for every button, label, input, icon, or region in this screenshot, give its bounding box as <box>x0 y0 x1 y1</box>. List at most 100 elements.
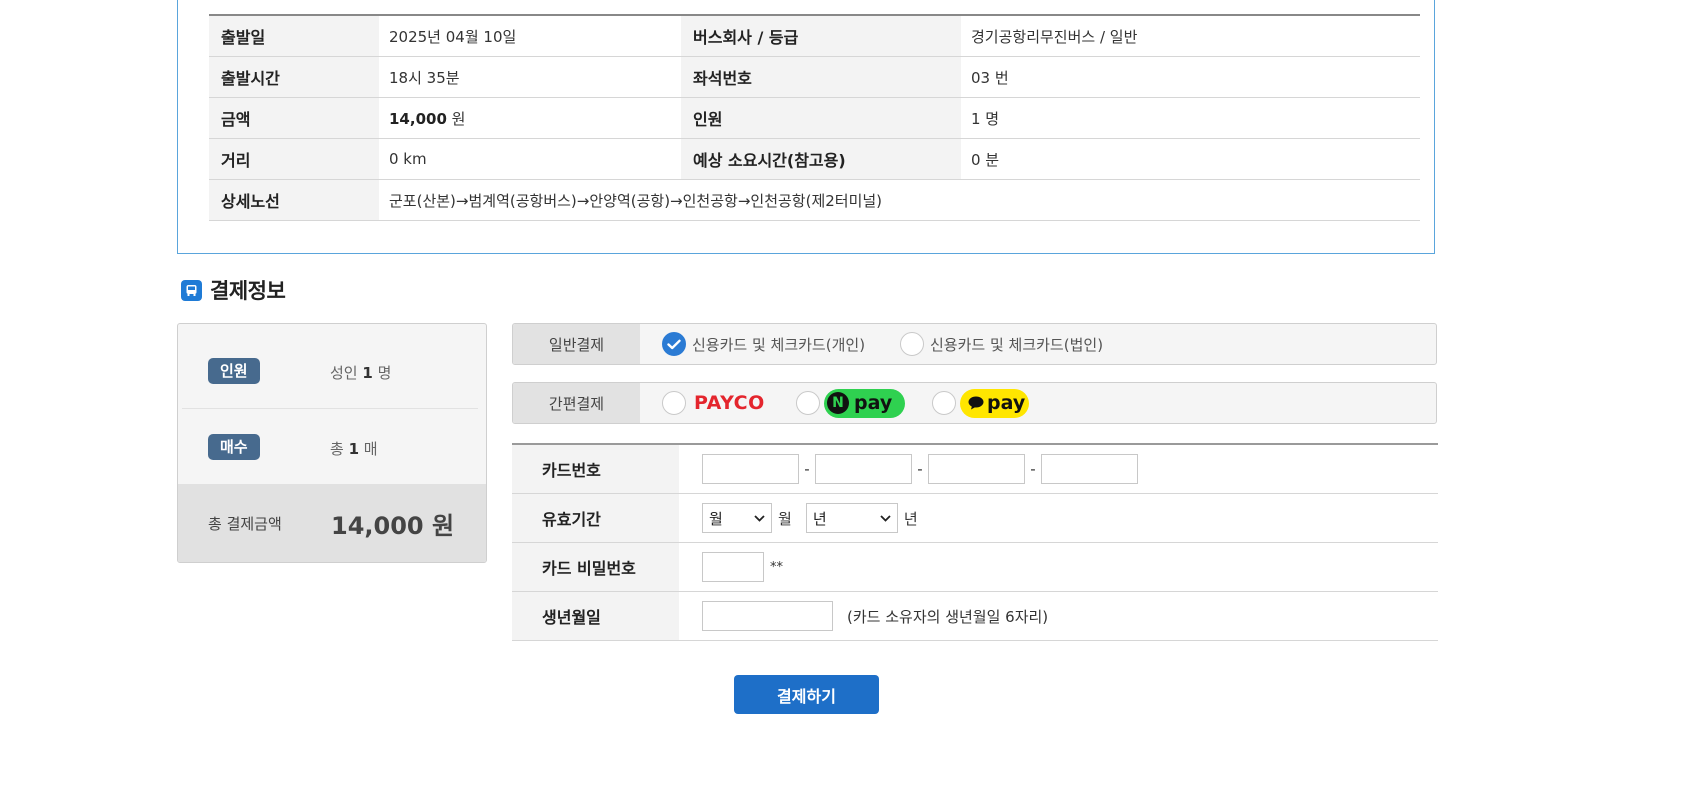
kakao-pay-text: pay <box>987 392 1026 414</box>
total-amount-label: 총 결제금액 <box>208 515 282 533</box>
pay-button[interactable]: 결제하기 <box>734 675 879 714</box>
bus-company-value: 경기공항리무진버스 / 일반 <box>961 15 1420 57</box>
distance-label: 거리 <box>209 138 379 180</box>
radio-corporate-card[interactable]: 신용카드 및 체크카드(법인) <box>900 324 1103 364</box>
card-number-input-4[interactable] <box>1041 454 1138 484</box>
people-prefix: 성인 <box>330 364 363 382</box>
table-row: 출발시간 18시 35분 좌석번호 03 번 <box>209 56 1420 98</box>
radio-personal-card-label: 신용카드 및 체크카드(개인) <box>692 335 866 354</box>
card-number-dash: - <box>804 460 810 478</box>
card-number-input-1[interactable] <box>702 454 799 484</box>
expiry-label: 유효기간 <box>512 493 679 543</box>
naver-n-icon: N <box>827 392 849 414</box>
tickets-unit: 매 <box>359 440 378 458</box>
route-detail-label: 상세노선 <box>209 179 379 221</box>
table-row: 카드 비밀번호 ** <box>512 542 1438 592</box>
seat-number-value: 03 번 <box>961 56 1420 98</box>
departure-time-value: 18시 35분 <box>379 56 681 98</box>
people-badge: 인원 <box>208 358 260 384</box>
birth-date-note: (카드 소유자의 생년월일 6자리) <box>847 607 1049 626</box>
people-value: 성인 1 명 <box>330 362 391 383</box>
general-payment-box: 일반결제 신용카드 및 체크카드(개인) 신용카드 및 체크카드(법인) <box>512 323 1437 365</box>
route-detail-value: 군포(산본)→범계역(공항버스)→안양역(공항)→인천공항→인천공항(제2터미널… <box>379 179 1420 221</box>
trip-info-table: 출발일 2025년 04월 10일 버스회사 / 등급 경기공항리무진버스 / … <box>209 14 1420 221</box>
price-amount: 14,000 <box>389 109 447 128</box>
card-password-cell: ** <box>679 542 1438 592</box>
radio-payco[interactable]: PAYCO <box>662 383 765 423</box>
summary-tickets-row: 매수 총 1 매 <box>178 408 486 484</box>
table-row: 출발일 2025년 04월 10일 버스회사 / 등급 경기공항리무진버스 / … <box>209 15 1420 57</box>
table-row: 상세노선 군포(산본)→범계역(공항버스)→안양역(공항)→인천공항→인천공항(… <box>209 179 1420 221</box>
expiry-month-unit: 월 <box>778 509 792 528</box>
table-row: 카드번호 - - - <box>512 444 1438 494</box>
naver-pay-logo: N pay <box>824 388 905 418</box>
price-label: 금액 <box>209 97 379 139</box>
payment-section-title: 결제정보 <box>181 277 286 303</box>
radio-unchecked-icon[interactable] <box>796 391 820 415</box>
radio-unchecked-icon[interactable] <box>900 332 924 356</box>
radio-checked-icon[interactable] <box>662 332 686 356</box>
card-number-dash: - <box>1030 460 1036 478</box>
birth-date-cell: (카드 소유자의 생년월일 6자리) <box>679 591 1438 641</box>
passenger-count-value: 1 명 <box>961 97 1420 139</box>
table-row: 금액 14,000 원 인원 1 명 <box>209 97 1420 139</box>
tickets-badge: 매수 <box>208 434 260 460</box>
estimated-duration-label: 예상 소요시간(참고용) <box>681 138 961 180</box>
payco-logo: PAYCO <box>694 392 765 414</box>
tickets-value: 총 1 매 <box>330 438 378 459</box>
chevron-down-icon <box>754 514 765 522</box>
easy-payment-box: 간편결제 PAYCO N pay pay <box>512 382 1437 424</box>
expiry-month-selected: 월 <box>709 509 723 528</box>
price-value: 14,000 원 <box>379 97 681 139</box>
departure-date-label: 출발일 <box>209 15 379 57</box>
card-number-dash: - <box>917 460 923 478</box>
passenger-count-label: 인원 <box>681 97 961 139</box>
bus-company-label: 버스회사 / 등급 <box>681 15 961 57</box>
bus-icon <box>181 279 202 301</box>
people-unit: 명 <box>372 364 392 382</box>
birth-date-label: 생년월일 <box>512 591 679 641</box>
departure-time-label: 출발시간 <box>209 56 379 98</box>
card-password-input[interactable] <box>702 552 764 582</box>
speech-bubble-icon <box>968 396 984 410</box>
table-row: 유효기간 월 월 년 년 <box>512 493 1438 543</box>
chevron-down-icon <box>880 514 891 522</box>
expiry-month-select[interactable]: 월 <box>702 503 772 533</box>
birth-date-input[interactable] <box>702 601 833 631</box>
departure-date-value: 2025년 04월 10일 <box>379 15 681 57</box>
total-amount-value: 14,000 원 <box>331 512 455 540</box>
summary-people-row: 인원 성인 1 명 <box>178 324 486 408</box>
tickets-prefix: 총 <box>330 440 349 458</box>
expiry-year-select[interactable]: 년 <box>805 503 898 533</box>
estimated-duration-value: 0 분 <box>961 138 1420 180</box>
expiry-cell: 월 월 년 년 <box>679 493 1438 543</box>
radio-kakaopay[interactable]: pay <box>932 383 1029 423</box>
payment-summary: 인원 성인 1 명 매수 총 1 매 총 결제금액 14,000 원 <box>177 323 487 563</box>
card-number-cell: --- <box>679 444 1438 494</box>
card-number-label: 카드번호 <box>512 444 679 494</box>
card-form-table: 카드번호 - - - 유효기간 월 월 년 년 카드 비밀번호 ** 생년월일 (카… <box>512 443 1438 641</box>
seat-number-label: 좌석번호 <box>681 56 961 98</box>
table-row: 생년월일 (카드 소유자의 생년월일 6자리) <box>512 591 1438 641</box>
radio-corporate-card-label: 신용카드 및 체크카드(법인) <box>930 335 1104 354</box>
general-payment-label: 일반결제 <box>513 324 640 364</box>
kakao-pay-logo: pay <box>960 388 1029 418</box>
card-number-input-3[interactable] <box>928 454 1025 484</box>
radio-npay[interactable]: N pay <box>796 383 905 423</box>
price-unit: 원 <box>446 109 466 128</box>
card-password-suffix: ** <box>770 559 783 575</box>
radio-unchecked-icon[interactable] <box>932 391 956 415</box>
easy-payment-label: 간편결제 <box>513 383 640 423</box>
people-count: 1 <box>362 364 373 382</box>
expiry-year-unit: 년 <box>903 509 918 528</box>
radio-personal-card[interactable]: 신용카드 및 체크카드(개인) <box>662 324 865 364</box>
radio-unchecked-icon[interactable] <box>662 391 686 415</box>
summary-total-row: 총 결제금액 14,000 원 <box>178 484 486 562</box>
distance-value: 0 km <box>379 138 681 180</box>
card-number-input-2[interactable] <box>815 454 912 484</box>
page-title: 결제정보 <box>210 279 286 303</box>
tickets-count: 1 <box>348 440 360 458</box>
naver-pay-text: pay <box>854 392 893 414</box>
expiry-year-selected: 년 <box>812 509 827 528</box>
card-password-label: 카드 비밀번호 <box>512 542 679 592</box>
